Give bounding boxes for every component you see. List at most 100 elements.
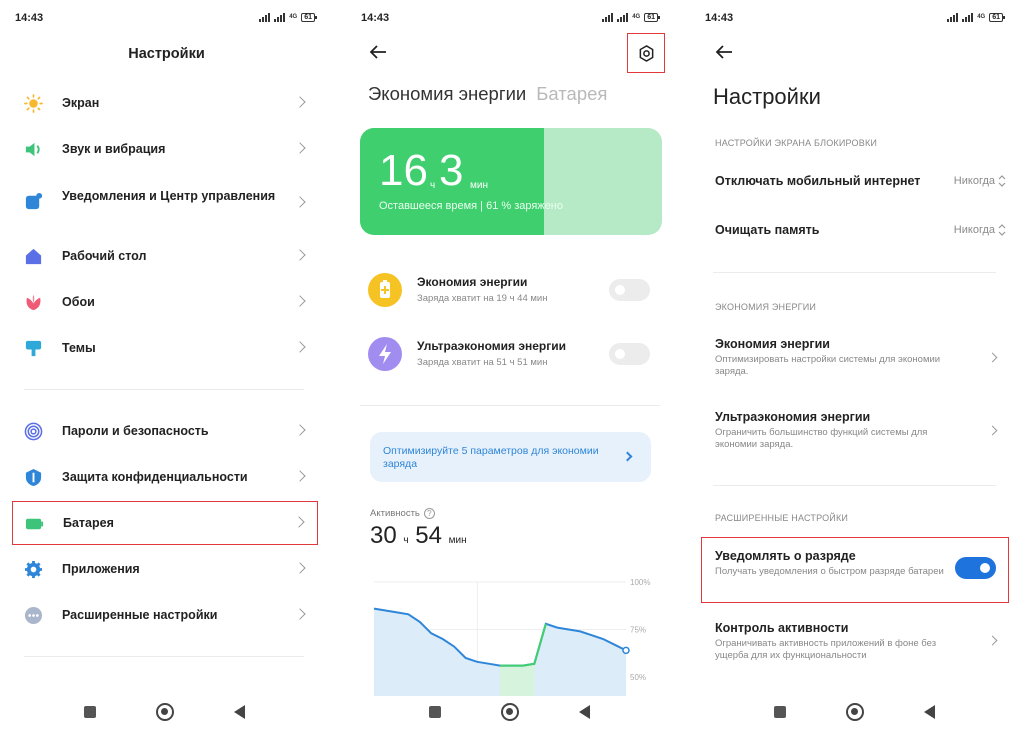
clear-memory-row[interactable]: Очищать память Никогда: [715, 223, 1006, 243]
menu-item-label: Расширенные настройки: [62, 608, 218, 622]
menu-item-label: Обои: [62, 295, 95, 309]
row-description: Ограничивать активность приложений в фон…: [715, 638, 937, 661]
home-button[interactable]: [501, 703, 519, 721]
battery-status-icon: 61: [644, 13, 660, 22]
menu-item-battery[interactable]: Батарея: [12, 501, 318, 545]
mobile-data-row[interactable]: Отключать мобильный интернет Никогда: [715, 174, 1006, 194]
optimize-text: Оптимизируйте 5 параметров для экономии …: [383, 445, 599, 470]
row-label: Отключать мобильный интернет: [715, 174, 921, 188]
energy-saving-mode[interactable]: Экономия энергии Заряда хватит на 19 ч 4…: [368, 271, 654, 311]
battery-plus-icon: [368, 273, 402, 307]
hours-unit: ч: [430, 180, 436, 191]
energy-saving-toggle[interactable]: [609, 279, 650, 301]
menu-item-privacy[interactable]: Защита конфиденциальности: [12, 456, 318, 498]
divider: [24, 389, 304, 390]
chevron-right-icon: [987, 352, 998, 363]
activity-value: 30 ч 54 мин: [370, 522, 467, 550]
divider: [24, 656, 304, 657]
recents-button[interactable]: [429, 706, 441, 718]
row-description: Оптимизировать настройки системы для эко…: [715, 354, 941, 377]
menu-item-sound[interactable]: Звук и вибрация: [12, 128, 318, 170]
settings-gear-button[interactable]: [627, 33, 665, 73]
recents-button[interactable]: [774, 706, 786, 718]
status-icons: 4G 61: [602, 13, 660, 22]
row-label: Ультраэкономия энергии: [715, 410, 871, 424]
activity-control-row[interactable]: Контроль активности Ограничивать активно…: [715, 621, 1000, 665]
settings-screen: 14:43 4G 61 Настройки Экран Звук и вибра…: [0, 0, 333, 733]
home-button[interactable]: [156, 703, 174, 721]
menu-item-label: Приложения: [62, 562, 140, 576]
menu-item-label: Уведомления и Центр управления: [62, 189, 276, 203]
system-nav-bar: [0, 701, 333, 723]
divider: [713, 485, 996, 486]
row-value: Никогда: [953, 175, 995, 187]
gear-icon: [24, 560, 43, 579]
remaining-hours: 16: [379, 146, 428, 195]
section-header: НАСТРОЙКИ ЭКРАНА БЛОКИРОВКИ: [715, 138, 878, 148]
tab-bar: Экономия энергии Батарея: [368, 83, 607, 105]
more-dots-icon: [24, 606, 43, 625]
back-button[interactable]: [234, 705, 245, 719]
menu-item-wallpaper[interactable]: Обои: [12, 281, 318, 323]
mode-title: Экономия энергии: [417, 275, 528, 289]
menu-item-home-screen[interactable]: Рабочий стол: [12, 235, 318, 277]
energy-saving-row[interactable]: Экономия энергии Оптимизировать настройк…: [715, 337, 1000, 381]
discharge-notify-row[interactable]: Уведомлять о разряде Получать уведомлени…: [715, 549, 1000, 593]
privacy-shield-icon: [25, 468, 42, 487]
back-button[interactable]: [579, 705, 590, 719]
row-label: Экономия энергии: [715, 337, 830, 351]
battery-status-icon: 61: [989, 13, 1005, 22]
optimize-banner[interactable]: Оптимизируйте 5 параметров для экономии …: [370, 432, 651, 482]
mode-subtitle: Заряда хватит на 51 ч 51 мин: [417, 357, 548, 368]
signal-icon: [962, 13, 974, 22]
battery-remaining-card: 16 ч 3 мин Оставшееся время | 61 % заряж…: [360, 128, 662, 235]
page-title: Настройки: [713, 84, 821, 109]
tab-energy-saving[interactable]: Экономия энергии: [368, 83, 526, 104]
status-icons: 4G 61: [947, 13, 1005, 22]
ultra-energy-saving-mode[interactable]: Ультраэкономия энергии Заряда хватит на …: [368, 335, 654, 375]
discharge-notify-toggle[interactable]: [955, 557, 996, 579]
back-button[interactable]: [924, 705, 935, 719]
row-description: Получать уведомления о быстром разряде б…: [715, 566, 944, 577]
recents-button[interactable]: [84, 706, 96, 718]
back-arrow-icon[interactable]: [715, 43, 733, 61]
chart-charging-area: [500, 663, 535, 696]
back-arrow-icon[interactable]: [369, 43, 387, 61]
menu-item-label: Защита конфиденциальности: [62, 470, 248, 484]
home-button[interactable]: [846, 703, 864, 721]
signal-icon: [274, 13, 286, 22]
menu-item-screen[interactable]: Экран: [12, 82, 318, 124]
battery-status-icon: 61: [301, 13, 317, 22]
divider: [713, 272, 996, 273]
notification-icon: [25, 192, 43, 210]
status-time: 14:43: [361, 12, 390, 24]
menu-item-label: Пароли и безопасность: [62, 424, 209, 438]
menu-item-label: Звук и вибрация: [62, 142, 166, 156]
status-bar: 14:43 4G 61: [705, 12, 1005, 26]
menu-item-apps[interactable]: Приложения: [12, 548, 318, 590]
status-bar: 14:43 4G 61: [361, 12, 660, 26]
row-label: Очищать память: [715, 223, 820, 237]
menu-item-themes[interactable]: Темы: [12, 327, 318, 369]
menu-item-advanced[interactable]: Расширенные настройки: [12, 594, 318, 636]
activity-minutes: 54: [415, 522, 442, 549]
section-header: РАСШИРЕННЫЕ НАСТРОЙКИ: [715, 513, 849, 523]
ultra-energy-saving-row[interactable]: Ультраэкономия энергии Ограничить больши…: [715, 410, 1000, 454]
tab-battery[interactable]: Батарея: [536, 83, 607, 104]
chevron-right-icon: [294, 196, 306, 208]
speaker-icon: [25, 142, 40, 157]
chevron-right-icon: [294, 249, 306, 261]
row-label: Контроль активности: [715, 621, 849, 635]
signal-icon: [259, 13, 271, 22]
row-value: Никогда: [953, 224, 995, 236]
menu-item-notifications[interactable]: Уведомления и Центр управления: [12, 180, 318, 222]
help-icon[interactable]: ?: [423, 508, 435, 519]
ultra-energy-saving-toggle[interactable]: [609, 343, 650, 365]
divider: [360, 405, 660, 406]
y-tick-label: 100%: [630, 578, 650, 587]
chevron-right-icon: [293, 516, 305, 528]
mode-subtitle: Заряда хватит на 19 ч 44 мин: [417, 293, 548, 304]
sun-icon: [24, 94, 43, 113]
hours-unit: ч: [403, 535, 409, 546]
menu-item-passwords[interactable]: Пароли и безопасность: [12, 410, 318, 452]
